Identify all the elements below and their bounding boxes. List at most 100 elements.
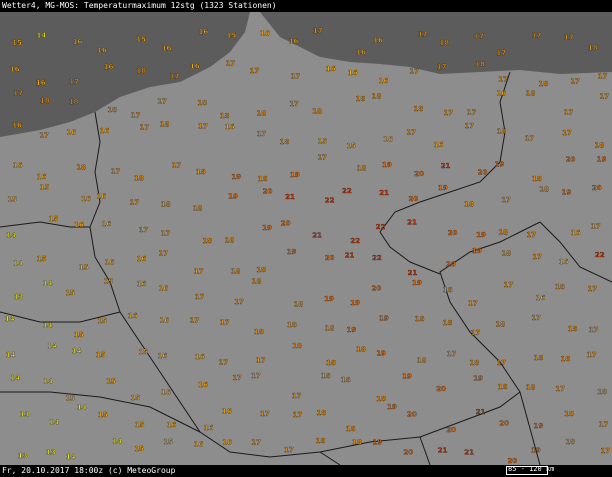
station-temperature: 21 [345,252,355,260]
station-temperature: 18 [495,321,505,329]
station-temperature: 17 [256,357,266,365]
station-temperature: 17 [317,154,327,162]
station-temperature: 17 [468,300,478,308]
map-frame: Wetter4, MG-MOS: Temperaturmaximum 12stg… [0,0,612,477]
station-temperature: 19 [597,156,607,164]
station-temperature: 18 [464,201,474,209]
station-temperature: 16 [379,77,389,85]
station-temperature: 14 [37,32,47,40]
station-temperature: 18 [498,383,508,391]
station-temperature: 17 [293,411,303,419]
station-temperature: 14 [43,280,53,288]
station-temperature: 16 [536,294,546,302]
station-temperature: 20 [446,426,456,434]
station-temperature: 17 [131,111,141,119]
station-temperature: 16 [434,141,444,149]
station-temperature: 14 [6,351,16,359]
station-temperature: 17 [587,285,597,293]
station-temperature: 16 [97,47,107,55]
station-temperature: 18 [252,278,262,286]
station-temperature: 17 [226,60,236,68]
station-temperature: 18 [193,204,203,212]
station-temperature: 18 [538,80,548,88]
station-temperature: 20 [436,385,446,393]
station-temperature: 16 [36,79,46,87]
station-temperature: 22 [595,251,605,259]
station-temperature: 21 [407,218,417,226]
station-temperature: 20 [414,170,424,178]
station-temperature: 22 [342,187,352,195]
station-temperature: 18 [136,67,146,75]
station-temperature: 16 [158,352,168,360]
station-temperature: 16 [37,173,47,181]
station-temperature: 18 [134,174,144,182]
station-temperature: 17 [599,92,609,100]
station-temperature: 17 [504,281,514,289]
station-temperature: 18 [376,395,386,403]
station-temperature: 19 [376,349,386,357]
station-temperature: 17 [467,108,477,116]
station-temperature: 19 [402,372,412,380]
station-temperature: 20 [446,260,456,268]
station-temperature: 16 [222,439,232,447]
station-temperature: 17 [158,249,168,257]
station-temperature: 17 [570,78,580,86]
station-temperature: 14 [49,419,59,427]
station-temperature: 19 [531,446,541,454]
station-temperature: 15 [318,138,328,146]
station-temperature: 16 [13,162,23,170]
station-temperature: 14 [43,377,53,385]
station-temperature: 17 [195,293,205,301]
station-temperature: 17 [464,122,474,130]
station-temperature: 17 [496,49,506,57]
station-temperature: 18 [76,163,86,171]
station-temperature: 17 [418,30,428,38]
station-temperature: 20 [407,411,417,419]
station-temperature: 17 [170,73,180,81]
station-temperature: 17 [289,100,299,108]
station-temperature: 18 [287,321,297,329]
station-temperature: 19 [347,326,357,334]
station-temperature: 16 [348,69,358,77]
station-temperature: 16 [73,38,83,46]
station-temperature: 17 [598,72,608,80]
station-temperature: 17 [601,447,611,455]
station-temperature: 17 [532,31,542,39]
station-temperature: 17 [443,109,453,117]
station-temperature: 18 [197,99,207,107]
station-temperature: 19 [473,375,483,383]
station-temperature: 16 [225,123,235,131]
station-temperature: 19 [476,231,486,239]
station-temperature: 16 [356,49,366,57]
station-temperature: 13 [46,449,56,457]
station-temperature: 17 [313,27,323,35]
station-temperature: 15 [96,351,106,359]
station-temperature: 17 [190,317,200,325]
station-temperature: 20 [409,195,419,203]
footer-bar: Fr, 20.10.2017 18:00z (c) MeteoGroup 85 … [0,465,612,477]
station-temperature: 18 [326,359,336,367]
station-temperature: 22 [350,237,360,245]
station-temperature: 17 [409,68,419,76]
station-temperature: 16 [96,192,106,200]
station-temperature: 18 [532,175,542,183]
station-temperature: 17 [172,162,182,170]
station-temperature: 15 [346,142,356,150]
station-temperature: 18 [293,301,303,309]
station-temperature: 17 [220,319,230,327]
station-temperature: 16 [81,195,91,203]
station-temperature: 18 [220,112,230,120]
station-temperature: 16 [198,381,208,389]
station-temperature: 18 [534,354,544,362]
station-temperature: 13 [14,293,24,301]
station-temperature: 16 [137,255,147,263]
station-temperature: 15 [49,215,59,223]
station-temperature: 21 [464,449,474,457]
station-temperature: 15 [12,39,22,47]
station-temperature: 18 [325,325,335,333]
station-temperature: 15 [65,289,75,297]
station-temperature: 16 [195,353,205,361]
station-temperature: 18 [414,105,424,113]
station-temperature: 17 [161,229,171,237]
station-temperature: 13 [18,452,28,460]
